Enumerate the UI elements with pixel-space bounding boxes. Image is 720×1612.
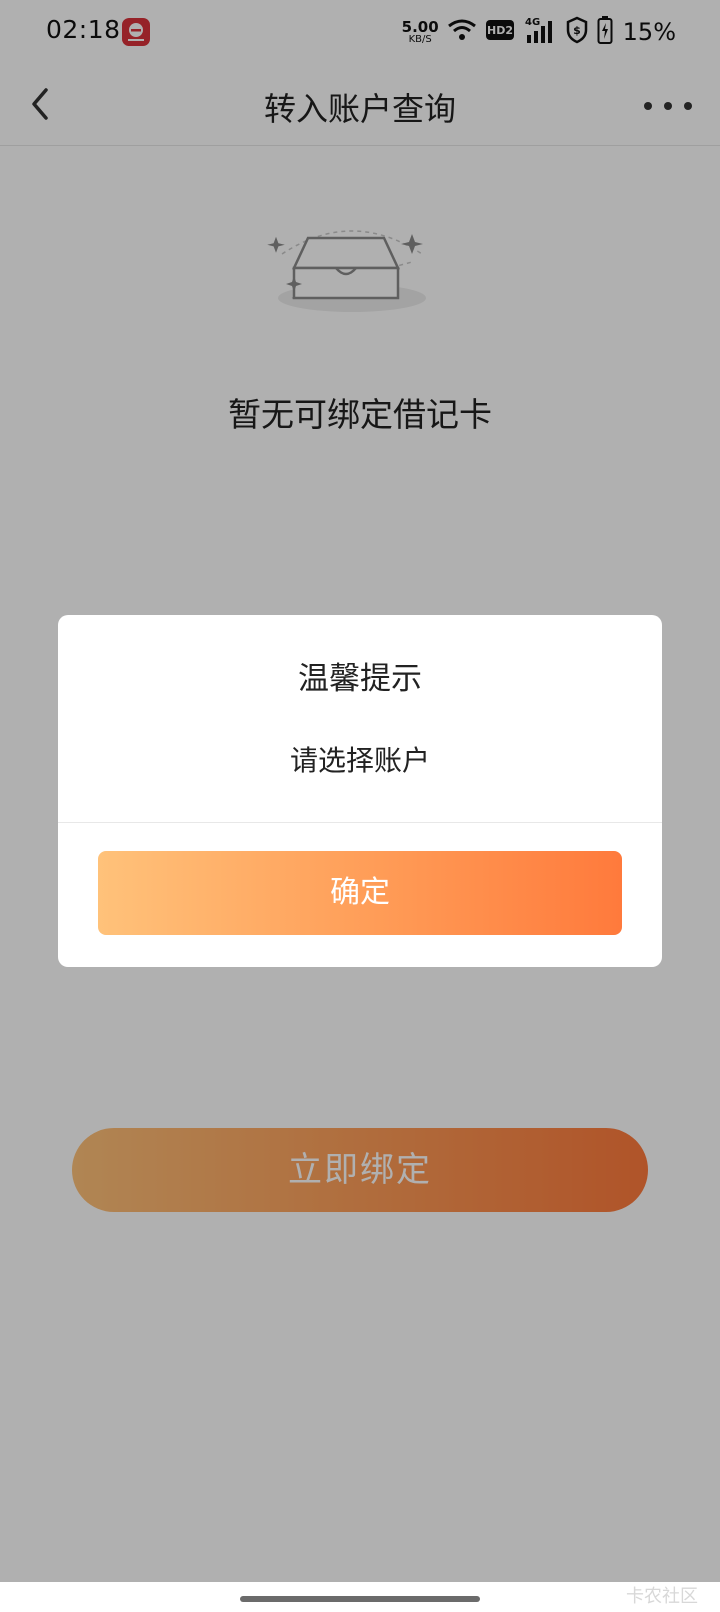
home-gesture-handle[interactable] <box>240 1596 480 1602</box>
alert-dialog: 温馨提示 请选择账户 确定 <box>58 615 662 967</box>
dialog-divider <box>58 822 662 823</box>
app-screen: 02:18 5.00 KB/S HD2 4G $ 15% 转入账户查询 暂无可绑… <box>0 0 720 1612</box>
confirm-button[interactable]: 确定 <box>98 851 622 935</box>
dialog-message: 请选择账户 <box>289 744 430 777</box>
navigation-gesture-area: 卡农社区 <box>0 1582 720 1612</box>
dialog-title: 温馨提示 <box>298 661 422 697</box>
watermark-text: 卡农社区 <box>626 1586 698 1607</box>
